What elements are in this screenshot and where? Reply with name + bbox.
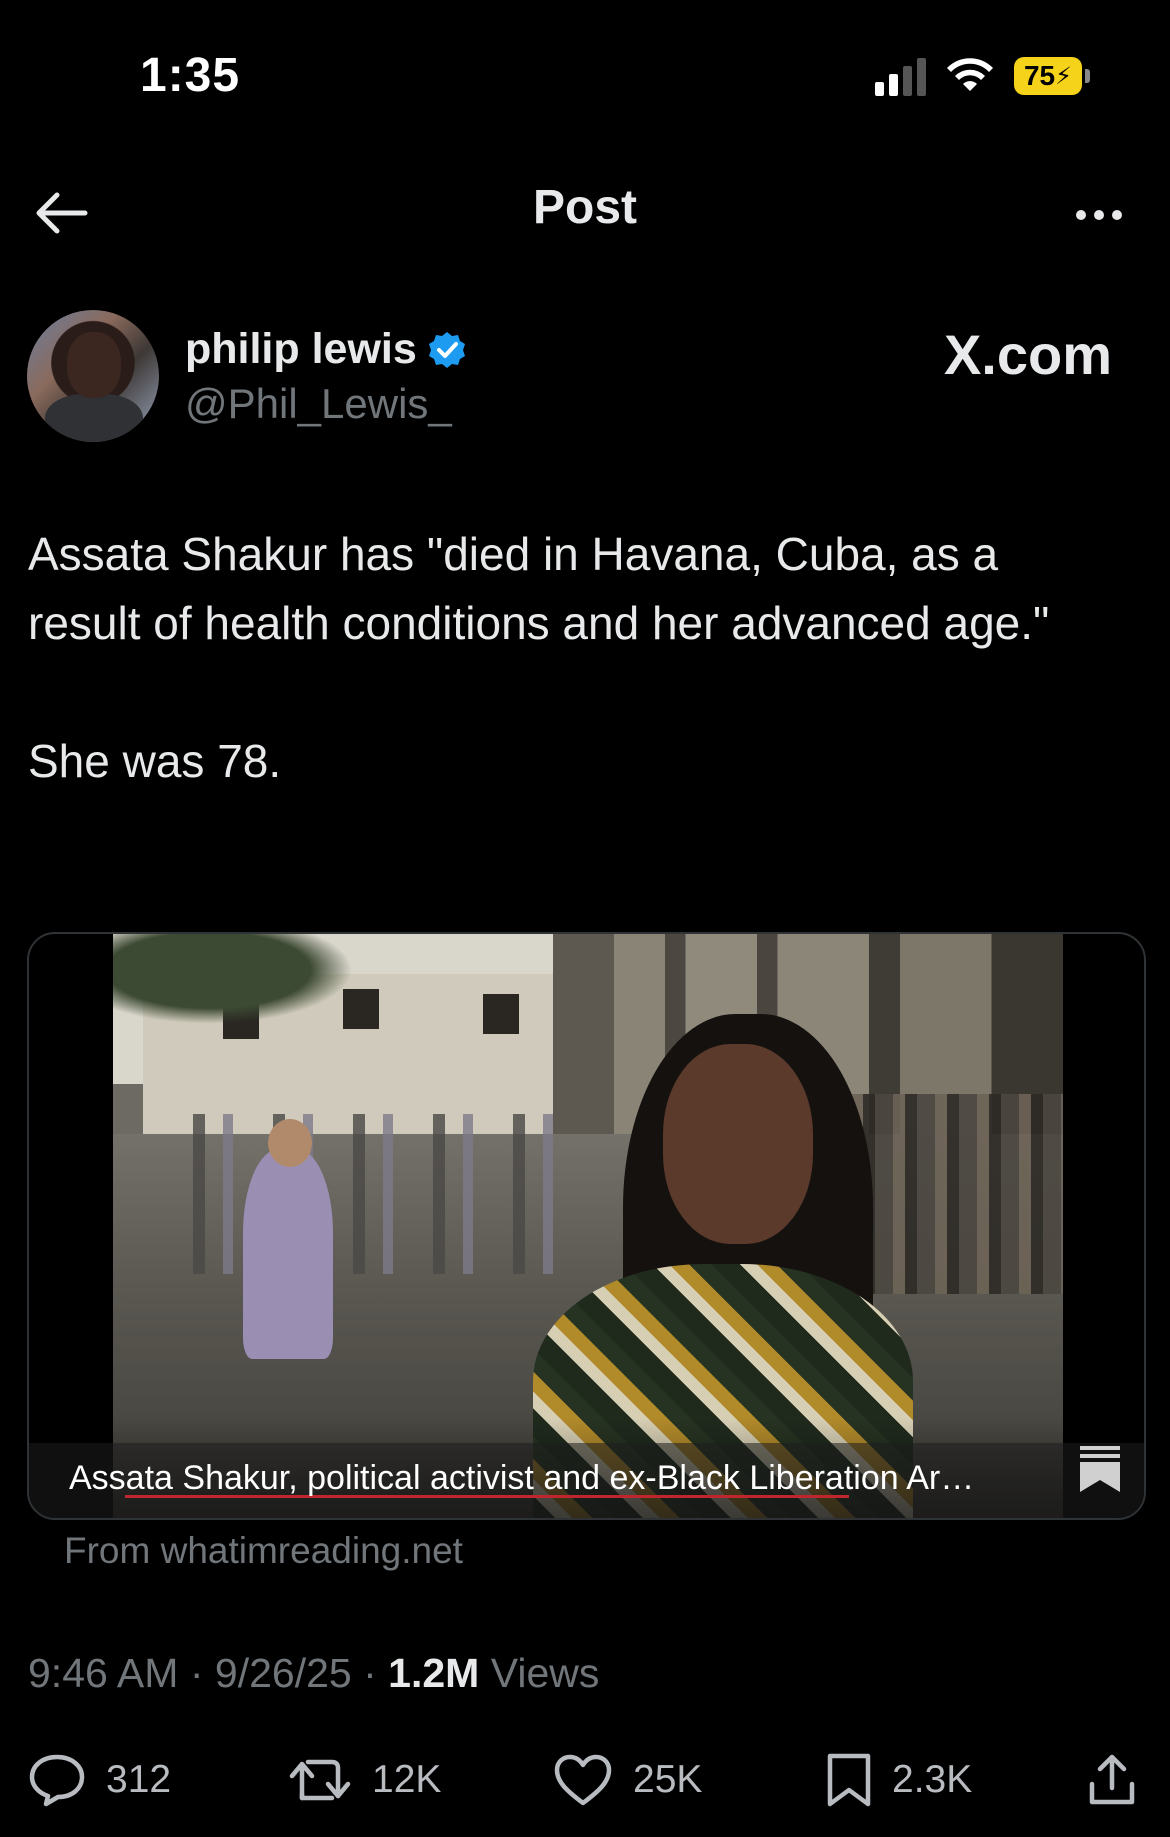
like-button[interactable]: 25K <box>553 1740 702 1820</box>
repost-icon <box>289 1759 351 1801</box>
like-count: 25K <box>633 1758 703 1801</box>
bookmark-icon <box>827 1753 871 1807</box>
share-button[interactable] <box>1086 1740 1138 1820</box>
wifi-icon <box>946 57 994 95</box>
author-handle[interactable]: @Phil_Lewis_ <box>185 380 452 428</box>
post-paragraph: She was 78. <box>28 735 282 787</box>
author-name-text: philip lewis <box>185 325 417 373</box>
status-time: 1:35 <box>140 49 241 102</box>
media-card[interactable]: Assata Shakur, political activist and ex… <box>27 932 1146 1520</box>
action-bar: 312 12K 25K 2.3K <box>0 1740 1170 1820</box>
post-paragraph: Assata Shakur has "died in Havana, Cuba,… <box>28 528 1050 649</box>
nav-header: Post <box>0 150 1170 275</box>
post-text: Assata Shakur has "died in Havana, Cuba,… <box>28 520 1118 796</box>
status-bar: 1:35 75 ⚡ <box>0 0 1170 150</box>
reply-count: 312 <box>106 1758 172 1801</box>
post-meta: 9:46 AM · 9/26/25 · 1.2M Views <box>28 1650 599 1697</box>
avatar[interactable] <box>27 310 159 442</box>
views-count: 1.2M <box>388 1650 480 1696</box>
bookmark-button[interactable]: 2.3K <box>826 1740 972 1820</box>
post-time: 9:46 AM <box>28 1650 179 1696</box>
author-name[interactable]: philip lewis <box>185 325 467 374</box>
like-icon <box>554 1754 612 1806</box>
post-date: 9/26/25 <box>214 1650 352 1696</box>
repost-button[interactable]: 12K <box>288 1740 441 1820</box>
bookmark-count: 2.3K <box>892 1758 973 1801</box>
meta-separator: · <box>363 1650 377 1696</box>
battery-level: 75 <box>1023 60 1056 91</box>
views-label: Views <box>490 1650 600 1696</box>
status-icons: 75 ⚡ <box>875 56 1090 96</box>
media-caption: Assata Shakur, political activist and ex… <box>69 1459 975 1497</box>
brand-watermark: X.com <box>943 323 1112 386</box>
battery-icon: 75 ⚡ <box>1014 57 1090 95</box>
meta-separator: · <box>189 1650 204 1696</box>
more-button[interactable] <box>1064 190 1134 240</box>
bookmark-icon[interactable] <box>1078 1444 1122 1494</box>
repost-count: 12K <box>372 1758 442 1801</box>
page-title: Post <box>532 181 637 234</box>
share-icon <box>1089 1754 1135 1805</box>
signal-icon <box>875 56 926 96</box>
reply-icon <box>29 1754 85 1807</box>
video-thumbnail[interactable] <box>113 934 1063 1518</box>
source-link[interactable]: From whatimreading.net <box>64 1530 463 1572</box>
more-icon <box>1076 210 1086 220</box>
reply-button[interactable]: 312 <box>28 1740 171 1820</box>
verified-badge-icon <box>428 331 465 368</box>
